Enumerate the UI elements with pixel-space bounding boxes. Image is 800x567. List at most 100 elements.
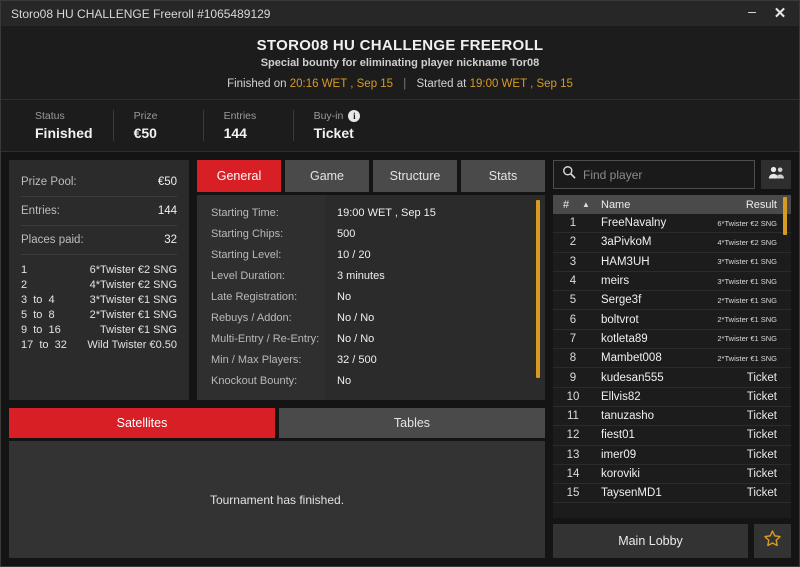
window-controls: – ✕ [739,3,793,25]
player-rank: 9 [569,371,577,384]
column-header-name[interactable]: Name [593,199,746,211]
player-list-header: # ▲ Name Result [553,195,791,214]
left-column: Prize Pool: €50 Entries: 144 Places paid: 32 … [9,160,545,558]
table-row[interactable]: 14 koroviki Ticket [553,465,791,485]
player-name: meirs [601,275,630,288]
status-item-label: Status [35,110,65,122]
player-name: Ellvis82 [601,390,641,403]
detail-value: 500 [337,228,356,240]
table-row[interactable]: 8 Mambet008 2*Twister €1 SNG [553,349,791,369]
player-result: 4*Twister €2 SNG [717,237,777,247]
prize-pool-panel: Prize Pool: €50 Entries: 144 Places paid: 32 … [9,160,189,400]
main-lobby-button[interactable]: Main Lobby [553,524,748,558]
payout-row: 1 6*Twister €2 SNG [21,262,177,277]
table-row[interactable]: 13 imer09 Ticket [553,446,791,465]
detail-key: Starting Level: [211,249,282,261]
table-row[interactable]: 5 Serge3f 2*Twister €1 SNG [553,291,791,311]
prize-summary-key: Places paid: [21,234,84,246]
column-header-number[interactable]: # [553,199,579,211]
search-icon [562,165,576,184]
player-name: koroviki [601,468,640,480]
table-row[interactable]: 12 fiest01 Ticket [553,426,791,446]
tournament-lobby-window: Storo08 HU CHALLENGE Freeroll #106548912… [0,0,800,567]
table-row[interactable]: 15 TaysenMD1 Ticket [553,484,791,504]
tab-tables[interactable]: Tables [279,408,545,438]
status-item-value: €50 [133,125,157,141]
table-row[interactable]: 4 meirs 3*Twister €1 SNG [553,272,791,292]
prize-summary-key: Prize Pool: [21,176,77,188]
detail-value: 10 / 20 [337,249,371,261]
payout-prize: Wild Twister €0.50 [87,338,177,351]
status-item-label: Entries [223,110,257,122]
sort-ascending-icon[interactable]: ▲ [579,200,593,209]
player-rank: 10 [566,390,580,403]
main-body: Prize Pool: €50 Entries: 144 Places paid: 32 … [1,152,799,566]
player-result: 3*Twister €1 SNG [717,276,777,286]
player-rank: 8 [569,352,577,365]
player-name: imer09 [601,448,637,461]
table-row[interactable]: 2 3aPivkoM 4*Twister €2 SNG [553,233,791,253]
search-input[interactable] [583,167,746,182]
star-icon [763,529,782,553]
detail-tab-bar: General Game Structure Stats [197,160,545,192]
tab-satellites[interactable]: Satellites [9,408,275,438]
player-name: kotleta89 [601,332,648,345]
status-item-value: Finished [35,125,93,141]
player-list-scrollbar[interactable] [783,197,787,235]
detail-key: Min / Max Players: [211,354,302,366]
payout-prize: 6*Twister €2 SNG [89,263,177,276]
search-box[interactable] [553,160,755,189]
tournament-times: Finished on 20:16 WET , Sep 15 | Started… [1,78,799,90]
column-header-result[interactable]: Result [746,199,777,211]
tournament-subtitle: Special bounty for eliminating player ni… [260,57,540,69]
player-result: 2*Twister €1 SNG [717,334,777,344]
player-result: 2*Twister €1 SNG [717,295,777,305]
detail-key: Level Duration: [211,270,285,282]
prize-summary-key: Entries: [21,205,60,217]
player-rank: 2 [569,236,577,249]
table-row[interactable]: 6 boltvrot 2*Twister €1 SNG [553,310,791,330]
player-name: HAM3UH [601,255,650,268]
started-value: 19:00 WET , Sep 15 [469,78,573,90]
people-icon-button[interactable] [761,160,791,189]
status-item-prize: Prize €50 [112,110,203,141]
tab-game[interactable]: Game [285,160,369,192]
payout-place: 2 [21,278,28,291]
payout-prize: 4*Twister €2 SNG [89,278,177,291]
info-icon[interactable]: i [348,110,361,122]
close-button[interactable]: ✕ [767,3,793,25]
table-row[interactable]: 11 tanuzasho Ticket [553,407,791,427]
player-rank: 7 [569,332,577,345]
table-row[interactable]: 1 FreeNavalny 6*Twister €2 SNG [553,214,791,234]
player-name: Serge3f [601,294,642,307]
favorite-button[interactable] [754,524,791,558]
people-icon [768,166,785,184]
table-row[interactable]: 7 kotleta89 2*Twister €1 SNG [553,330,791,350]
minimize-button[interactable]: – [739,3,765,25]
finished-label: Finished on [227,78,287,90]
player-name: 3aPivkoM [601,236,652,249]
player-result: Ticket [746,371,777,384]
player-name: TaysenMD1 [601,487,662,500]
table-row[interactable]: 3 HAM3UH 3*Twister €1 SNG [553,253,791,272]
tab-structure[interactable]: Structure [373,160,457,192]
page-title: STORO08 HU CHALLENGE FREEROLL [256,37,544,54]
table-row[interactable]: 9 kudesan555 Ticket [553,368,791,388]
prize-summary-value: €50 [157,176,177,188]
payout-prize: 2*Twister €1 SNG [89,308,177,321]
player-name: tanuzasho [601,410,655,423]
tab-general[interactable]: General [197,160,281,192]
player-rank: 15 [566,487,580,500]
detail-value: No [337,291,352,303]
table-row[interactable]: 10 Ellvis82 Ticket [553,388,791,407]
payout-prize: 3*Twister €1 SNG [89,293,177,306]
detail-value: No / No [337,333,375,345]
detail-key: Late Registration: [211,291,298,303]
tab-stats[interactable]: Stats [461,160,545,192]
player-result: Ticket [746,448,777,461]
payout-place: 1 [21,263,28,276]
player-rank: 5 [569,294,577,307]
details-scrollbar[interactable] [536,200,540,378]
player-result: Ticket [746,468,777,480]
player-name: FreeNavalny [601,217,667,230]
